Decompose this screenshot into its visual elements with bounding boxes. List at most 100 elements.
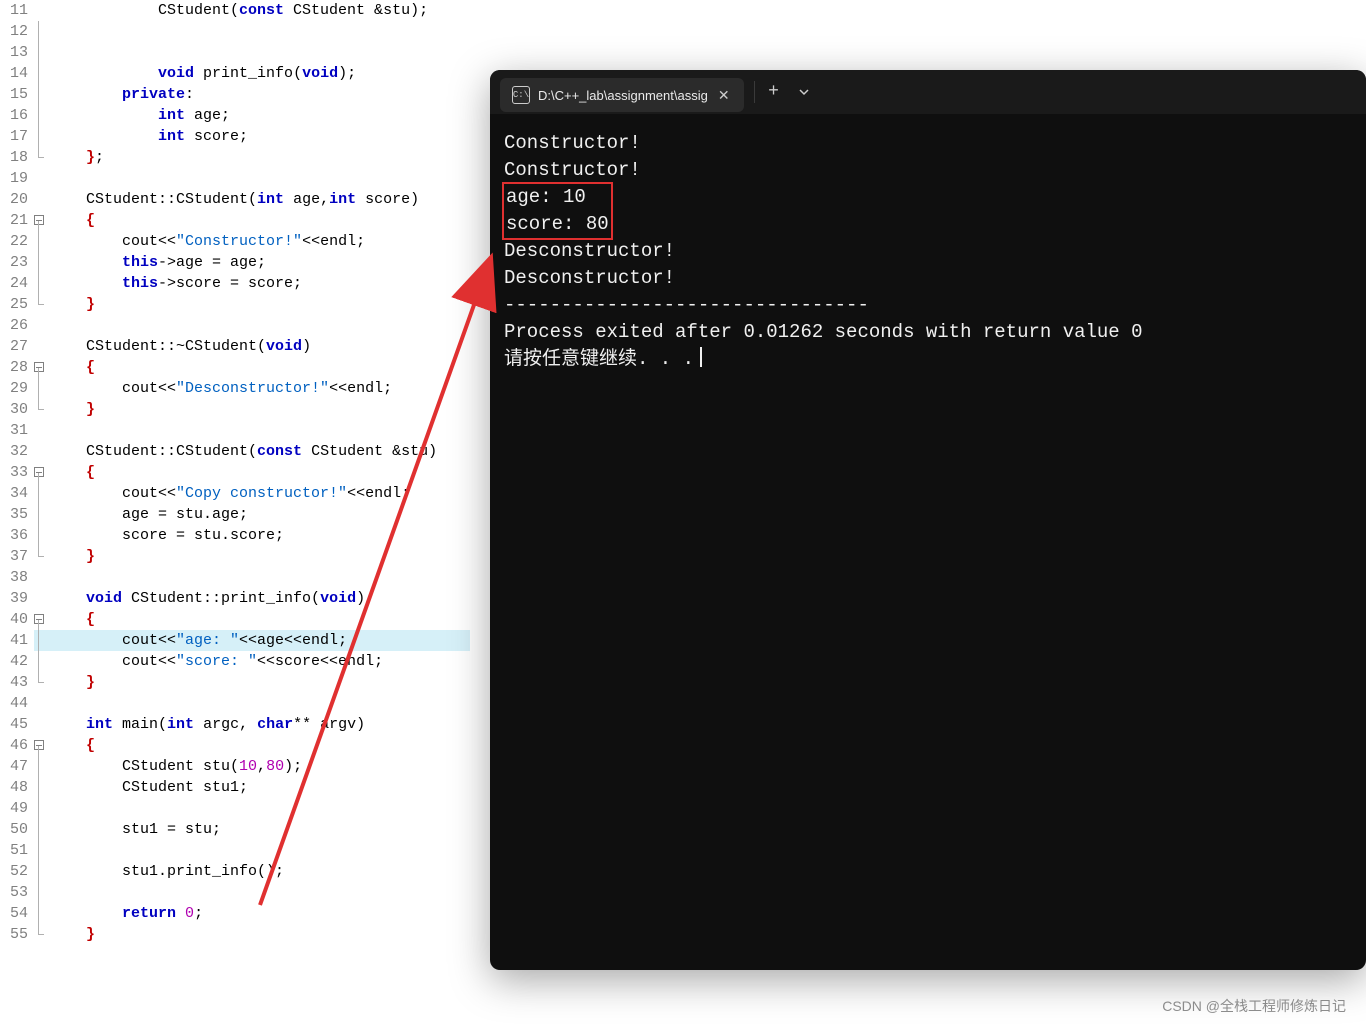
- root: 11 CStudent(const CStudent &stu);12 13 1…: [0, 0, 1366, 1026]
- code-line[interactable]: 15 private:: [0, 84, 470, 105]
- fold-gutter: [34, 819, 48, 840]
- code-line[interactable]: 53: [0, 882, 470, 903]
- terminal-body[interactable]: Constructor!Constructor!age: 10score: 80…: [490, 114, 1366, 389]
- line-number: 31: [0, 420, 34, 441]
- terminal-divider: --------------------------------: [504, 292, 1352, 319]
- code-area: 11 CStudent(const CStudent &stu);12 13 1…: [0, 0, 470, 1000]
- code-text: cout<<"Constructor!"<<endl;: [48, 231, 470, 252]
- code-line[interactable]: 21 {: [0, 210, 470, 231]
- line-number: 22: [0, 231, 34, 252]
- code-line[interactable]: 36 score = stu.score;: [0, 525, 470, 546]
- line-number: 53: [0, 882, 34, 903]
- code-line[interactable]: 26: [0, 315, 470, 336]
- code-line[interactable]: 55 }: [0, 924, 470, 945]
- code-line[interactable]: 40 {: [0, 609, 470, 630]
- code-line[interactable]: 29 cout<<"Desconstructor!"<<endl;: [0, 378, 470, 399]
- code-line[interactable]: 11 CStudent(const CStudent &stu);: [0, 0, 470, 21]
- code-line[interactable]: 45 int main(int argc, char** argv): [0, 714, 470, 735]
- code-text: this->score = score;: [48, 273, 470, 294]
- terminal-line: Constructor!: [504, 157, 1352, 184]
- fold-gutter: [34, 882, 48, 903]
- code-line[interactable]: 13: [0, 42, 470, 63]
- code-line[interactable]: 24 this->score = score;: [0, 273, 470, 294]
- code-line[interactable]: 50 stu1 = stu;: [0, 819, 470, 840]
- fold-gutter[interactable]: [34, 357, 48, 378]
- terminal-tab[interactable]: C:\ D:\C++_lab\assignment\assig ✕: [500, 78, 744, 112]
- fold-gutter: [34, 147, 48, 168]
- fold-gutter: [34, 483, 48, 504]
- code-line[interactable]: 20 CStudent::CStudent(int age,int score): [0, 189, 470, 210]
- code-line[interactable]: 32 CStudent::CStudent(const CStudent &st…: [0, 441, 470, 462]
- code-line[interactable]: 27 CStudent::~CStudent(void): [0, 336, 470, 357]
- code-line[interactable]: 52 stu1.print_info();: [0, 861, 470, 882]
- code-line[interactable]: 33 {: [0, 462, 470, 483]
- code-line[interactable]: 30 }: [0, 399, 470, 420]
- code-line[interactable]: 22 cout<<"Constructor!"<<endl;: [0, 231, 470, 252]
- line-number: 15: [0, 84, 34, 105]
- code-line[interactable]: 46 {: [0, 735, 470, 756]
- code-line[interactable]: 19: [0, 168, 470, 189]
- code-text: CStudent stu(10,80);: [48, 756, 470, 777]
- fold-gutter: [34, 840, 48, 861]
- code-text: {: [48, 210, 470, 231]
- code-text: {: [48, 609, 470, 630]
- code-line[interactable]: 17 int score;: [0, 126, 470, 147]
- code-line[interactable]: 16 int age;: [0, 105, 470, 126]
- code-text: this->age = age;: [48, 252, 470, 273]
- code-text: CStudent::~CStudent(void): [48, 336, 470, 357]
- line-number: 48: [0, 777, 34, 798]
- code-text: age = stu.age;: [48, 504, 470, 525]
- code-text: private:: [48, 84, 470, 105]
- line-number: 20: [0, 189, 34, 210]
- chevron-down-icon: [798, 86, 810, 98]
- fold-gutter[interactable]: [34, 210, 48, 231]
- fold-gutter: [34, 252, 48, 273]
- line-number: 46: [0, 735, 34, 756]
- terminal-window: C:\ D:\C++_lab\assignment\assig ✕ + Cons…: [490, 70, 1366, 970]
- new-tab-button[interactable]: +: [759, 77, 789, 107]
- code-line[interactable]: 25 }: [0, 294, 470, 315]
- line-number: 23: [0, 252, 34, 273]
- code-line[interactable]: 14 void print_info(void);: [0, 63, 470, 84]
- fold-gutter[interactable]: [34, 462, 48, 483]
- fold-gutter: [34, 693, 48, 714]
- tab-dropdown-button[interactable]: [789, 77, 819, 107]
- code-line[interactable]: 12: [0, 21, 470, 42]
- code-line[interactable]: 23 this->age = age;: [0, 252, 470, 273]
- fold-gutter: [34, 294, 48, 315]
- code-line[interactable]: 42 cout<<"score: "<<score<<endl;: [0, 651, 470, 672]
- code-line[interactable]: 31: [0, 420, 470, 441]
- code-text: stu1 = stu;: [48, 819, 470, 840]
- code-text: CStudent stu1;: [48, 777, 470, 798]
- code-text: [48, 693, 470, 714]
- fold-gutter: [34, 861, 48, 882]
- code-line[interactable]: 18 };: [0, 147, 470, 168]
- fold-gutter: [34, 42, 48, 63]
- code-line[interactable]: 54 return 0;: [0, 903, 470, 924]
- code-line[interactable]: 38: [0, 567, 470, 588]
- code-line[interactable]: 37 }: [0, 546, 470, 567]
- code-text: [48, 315, 470, 336]
- code-line[interactable]: 49: [0, 798, 470, 819]
- code-line[interactable]: 35 age = stu.age;: [0, 504, 470, 525]
- code-line[interactable]: 28 {: [0, 357, 470, 378]
- fold-gutter: [34, 105, 48, 126]
- code-line[interactable]: 51: [0, 840, 470, 861]
- line-number: 52: [0, 861, 34, 882]
- code-text: cout<<"score: "<<score<<endl;: [48, 651, 470, 672]
- fold-gutter[interactable]: [34, 609, 48, 630]
- code-line[interactable]: 39 void CStudent::print_info(void): [0, 588, 470, 609]
- code-editor[interactable]: 11 CStudent(const CStudent &stu);12 13 1…: [0, 0, 470, 1000]
- code-line[interactable]: 43 }: [0, 672, 470, 693]
- code-line[interactable]: 34 cout<<"Copy constructor!"<<endl;: [0, 483, 470, 504]
- code-line[interactable]: 48 CStudent stu1;: [0, 777, 470, 798]
- line-number: 38: [0, 567, 34, 588]
- code-text: score = stu.score;: [48, 525, 470, 546]
- fold-gutter[interactable]: [34, 735, 48, 756]
- code-line[interactable]: 44: [0, 693, 470, 714]
- terminal-titlebar[interactable]: C:\ D:\C++_lab\assignment\assig ✕ +: [490, 70, 1366, 114]
- code-line[interactable]: 41 cout<<"age: "<<age<<endl;: [0, 630, 470, 651]
- line-number: 32: [0, 441, 34, 462]
- close-icon[interactable]: ✕: [716, 87, 732, 104]
- code-line[interactable]: 47 CStudent stu(10,80);: [0, 756, 470, 777]
